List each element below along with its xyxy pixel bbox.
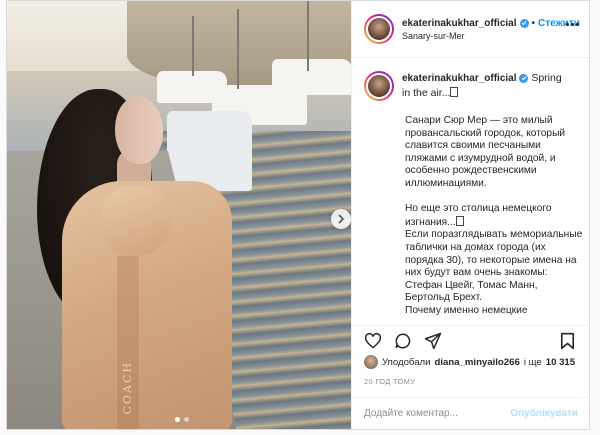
post-photo[interactable]: COACH — [7, 1, 351, 429]
author-username[interactable]: ekaterinakukhar_official — [402, 18, 517, 29]
caption-body: Санари Сюр Мер — это милый провансальски… — [405, 115, 583, 318]
photo-mast — [307, 1, 309, 71]
next-photo-button[interactable] — [331, 209, 351, 229]
author-avatar[interactable] — [364, 14, 394, 44]
action-bar — [352, 325, 588, 355]
photo-mast — [237, 9, 239, 89]
likes-middle: і ще — [523, 356, 542, 368]
likes-summary: Уподобали diana_minyailo266 і ще 10 315 — [364, 355, 575, 369]
verified-icon — [519, 73, 529, 83]
post-location[interactable]: Sanary-sur-Mer — [402, 31, 580, 41]
caption-paragraph: Почему именно немецкие — [405, 304, 528, 316]
separator: • — [531, 17, 536, 29]
post-comment-button[interactable]: Опублікувати — [510, 408, 578, 419]
comment-input[interactable] — [364, 408, 504, 419]
comment-bar: Опублікувати — [352, 397, 588, 429]
share-icon[interactable] — [424, 332, 442, 350]
carousel-dot — [184, 417, 189, 422]
blanket-brand-text: COACH — [121, 361, 134, 415]
post-side-panel: ekaterinakukhar_official • Стежити Sanar… — [351, 1, 589, 429]
caption-paragraph: Но еще это столица немецкого изгнания... — [405, 203, 552, 228]
caption-paragraph: Если поразглядывать мемориальные табличк… — [405, 229, 583, 304]
caption-avatar[interactable] — [364, 71, 394, 101]
photo-boat — [167, 111, 252, 191]
photo-boat — [272, 59, 351, 95]
emoji-placeholder-icon — [455, 215, 464, 226]
likes-prefix: Уподобали — [382, 356, 431, 368]
next-arrow-icon — [338, 214, 345, 224]
caption-username[interactable]: ekaterinakukhar_official — [402, 73, 517, 84]
more-options-icon[interactable] — [566, 23, 579, 26]
likes-count[interactable]: 10 315 — [546, 357, 575, 368]
carousel-dots — [175, 417, 189, 422]
verified-icon — [519, 18, 529, 28]
liker-username[interactable]: diana_minyailo266 — [434, 357, 519, 368]
emoji-placeholder-icon — [450, 87, 459, 97]
comment-icon[interactable] — [394, 332, 412, 350]
heart-icon[interactable] — [364, 332, 382, 350]
carousel-dot-active — [175, 417, 180, 422]
photo-mast — [192, 16, 194, 76]
bookmark-icon[interactable] — [558, 332, 576, 350]
photo-blanket-fold — [102, 186, 172, 256]
liker-avatar[interactable] — [364, 355, 378, 369]
post-time-ago[interactable]: 20 ГОД ТОМУ — [364, 377, 415, 386]
photo-face — [115, 96, 163, 164]
post-header: ekaterinakukhar_official • Стежити Sanar… — [352, 1, 589, 58]
caption-area: ekaterinakukhar_official Spring in the a… — [352, 59, 588, 325]
caption-paragraph: Санари Сюр Мер — это милый провансальски… — [405, 115, 566, 189]
instagram-post: COACH ekaterinakukhar_official • Стежити — [6, 0, 590, 430]
